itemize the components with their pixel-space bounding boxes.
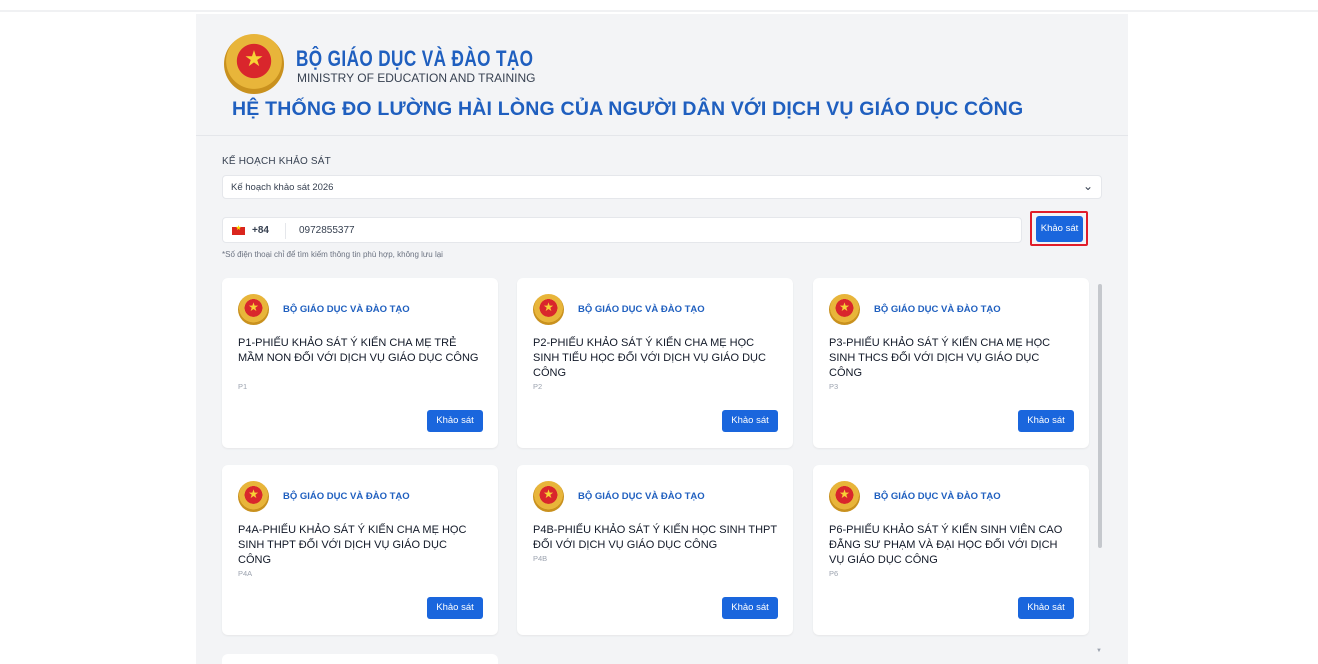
card-survey-button[interactable]: Khảo sát <box>427 410 483 432</box>
page-header: ★ BỘ GIÁO DỤC VÀ ĐÀO TẠO MINISTRY OF EDU… <box>196 14 1128 136</box>
card-code: P1 <box>238 382 248 391</box>
plan-select[interactable]: Kế hoạch khảo sát 2026 ⌄ <box>222 175 1102 199</box>
card-partial <box>222 654 498 664</box>
national-emblem-icon: ★ <box>238 481 269 512</box>
national-emblem-icon: ★ <box>829 481 860 512</box>
card-title: P1-PHIẾU KHẢO SÁT Ý KIẾN CHA MẸ TRẺ MẦM … <box>238 337 479 364</box>
card-survey-button[interactable]: Khảo sát <box>427 597 483 619</box>
card-survey-button[interactable]: Khảo sát <box>722 597 778 619</box>
national-emblem-icon: ★ <box>533 294 564 325</box>
survey-card-p3: ★ BỘ GIÁO DỤC VÀ ĐÀO TẠO P3-PHIẾU KHẢO S… <box>813 278 1089 448</box>
national-emblem-icon: ★ <box>238 294 269 325</box>
card-code: P4A <box>238 569 253 578</box>
scrollbar-thumb[interactable] <box>1098 284 1102 548</box>
card-title: P4A-PHIẾU KHẢO SÁT Ý KIẾN CHA MẸ HỌC SIN… <box>238 524 467 566</box>
ministry-subtitle: MINISTRY OF EDUCATION AND TRAINING <box>297 71 536 85</box>
phone-number-value[interactable]: 0972855377 <box>299 225 355 236</box>
plan-select-value: Kế hoạch khảo sát 2026 <box>231 182 334 193</box>
national-emblem-icon: ★ <box>224 34 284 94</box>
scroll-down-icon[interactable]: ▼ <box>1096 648 1102 654</box>
card-title: P3-PHIẾU KHẢO SÁT Ý KIẾN CHA MẸ HỌC SINH… <box>829 337 1051 379</box>
card-code: P2 <box>533 382 543 391</box>
card-code: P4B <box>533 554 548 563</box>
phone-hint: *Số điện thoại chỉ để tìm kiếm thông tin… <box>222 250 443 259</box>
survey-page: ★ BỘ GIÁO DỤC VÀ ĐÀO TẠO MINISTRY OF EDU… <box>196 14 1128 664</box>
survey-card-p4a: ★ BỘ GIÁO DỤC VÀ ĐÀO TẠO P4A-PHIẾU KHẢO … <box>222 465 498 635</box>
card-code: P6 <box>829 569 839 578</box>
survey-card-p1: ★ BỘ GIÁO DỤC VÀ ĐÀO TẠO P1-PHIẾU KHẢO S… <box>222 278 498 448</box>
phone-divider <box>285 223 286 239</box>
card-survey-button[interactable]: Khảo sát <box>722 410 778 432</box>
card-org: BỘ GIÁO DỤC VÀ ĐÀO TẠO <box>578 491 705 502</box>
national-emblem-icon: ★ <box>533 481 564 512</box>
card-org: BỘ GIÁO DỤC VÀ ĐÀO TẠO <box>578 304 705 315</box>
top-divider <box>0 10 1318 12</box>
card-title: P6-PHIẾU KHẢO SÁT Ý KIẾN SINH VIÊN CAO Đ… <box>829 524 1063 566</box>
card-survey-button[interactable]: Khảo sát <box>1018 410 1074 432</box>
card-org: BỘ GIÁO DỤC VÀ ĐÀO TẠO <box>283 304 410 315</box>
card-title: P2-PHIẾU KHẢO SÁT Ý KIẾN CHA MẸ HỌC SINH… <box>533 337 766 379</box>
survey-card-p6: ★ BỘ GIÁO DỤC VÀ ĐÀO TẠO P6-PHIẾU KHẢO S… <box>813 465 1089 635</box>
ministry-title: BỘ GIÁO DỤC VÀ ĐÀO TẠO <box>296 46 534 71</box>
card-survey-button[interactable]: Khảo sát <box>1018 597 1074 619</box>
survey-card-p2: ★ BỘ GIÁO DỤC VÀ ĐÀO TẠO P2-PHIẾU KHẢO S… <box>517 278 793 448</box>
card-title: P4B-PHIẾU KHẢO SÁT Ý KIẾN HỌC SINH THPT … <box>533 524 777 551</box>
system-title: HỆ THỐNG ĐO LƯỜNG HÀI LÒNG CỦA NGƯỜI DÂN… <box>232 98 1024 120</box>
plan-label: KẾ HOẠCH KHẢO SÁT <box>222 156 331 167</box>
survey-button[interactable]: Khảo sát <box>1036 216 1083 242</box>
card-org: BỘ GIÁO DỤC VÀ ĐÀO TẠO <box>874 304 1001 315</box>
phone-input[interactable]: ★ +84 0972855377 <box>222 217 1022 243</box>
country-code[interactable]: +84 <box>252 225 269 236</box>
vietnam-flag-icon: ★ <box>232 225 245 235</box>
card-org: BỘ GIÁO DỤC VÀ ĐÀO TẠO <box>874 491 1001 502</box>
national-emblem-icon: ★ <box>829 294 860 325</box>
chevron-down-icon: ⌄ <box>1082 179 1093 193</box>
survey-card-p4b: ★ BỘ GIÁO DỤC VÀ ĐÀO TẠO P4B-PHIẾU KHẢO … <box>517 465 793 635</box>
card-org: BỘ GIÁO DỤC VÀ ĐÀO TẠO <box>283 491 410 502</box>
card-code: P3 <box>829 382 839 391</box>
